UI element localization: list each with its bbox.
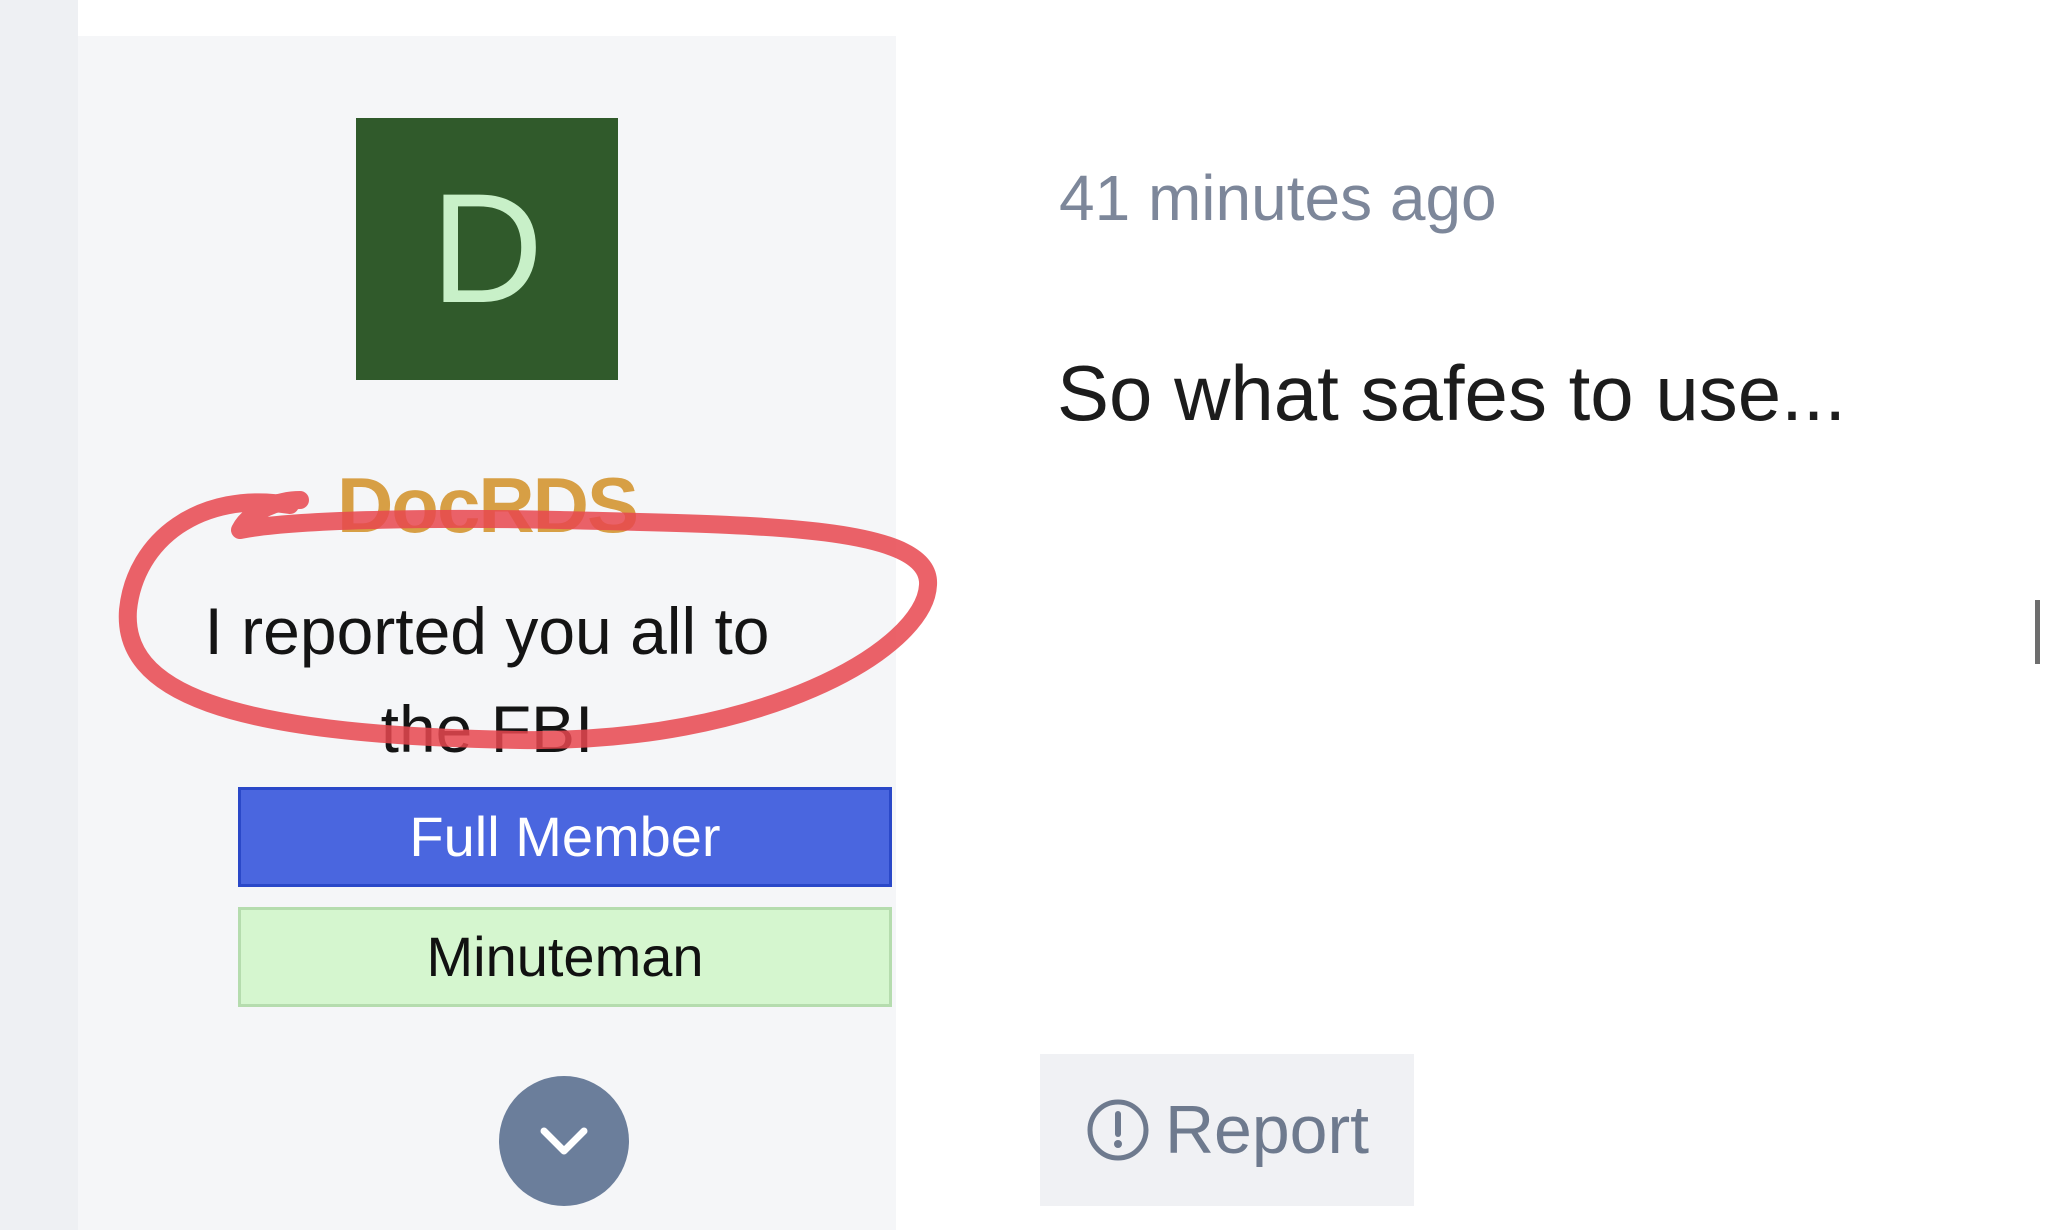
text-cursor: [2035, 600, 2040, 664]
user-banner-label: Full Member: [409, 805, 721, 868]
report-label: Report: [1164, 1092, 1370, 1168]
chevron-down-icon: [540, 1127, 588, 1155]
post-user-panel: D DocRDS I reported you all to the FBI F…: [78, 36, 896, 1230]
user-banner-minuteman: Minuteman: [238, 907, 892, 1007]
user-custom-title: I reported you all to the FBI: [204, 594, 770, 766]
user-banner-full-member: Full Member: [238, 787, 892, 887]
forum-post: D DocRDS I reported you all to the FBI F…: [78, 36, 2048, 1230]
avatar[interactable]: D: [356, 118, 618, 380]
post-timestamp[interactable]: 41 minutes ago: [1059, 166, 1497, 230]
alert-circle-icon: [1087, 1099, 1149, 1161]
avatar-letter: D: [430, 162, 544, 336]
user-banner-label: Minuteman: [426, 925, 704, 988]
post-message: So what safes to use...: [1057, 349, 1847, 437]
expand-user-info-button[interactable]: [499, 1076, 629, 1206]
username[interactable]: DocRDS: [78, 466, 896, 544]
report-button[interactable]: Report: [1040, 1054, 1414, 1206]
page-gutter: [0, 0, 78, 1230]
screenshot: D DocRDS I reported you all to the FBI F…: [0, 0, 2048, 1230]
